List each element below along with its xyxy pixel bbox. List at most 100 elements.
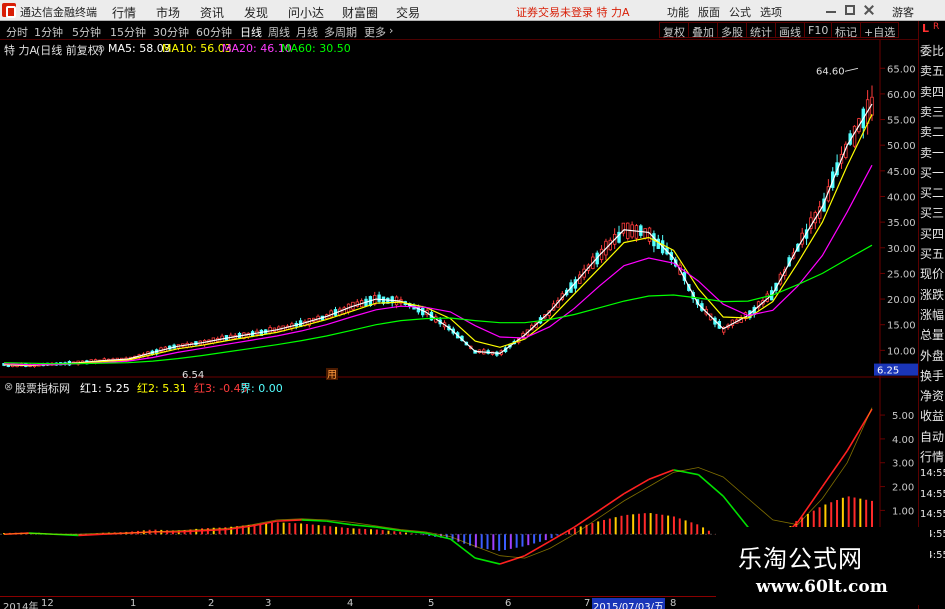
ma-line-ma60	[3, 244, 873, 365]
quote-field[interactable]: 行情	[920, 448, 945, 464]
indicator-line-red1	[449, 538, 476, 559]
quote-field: 涨跌	[920, 287, 945, 302]
indicator-line-red1	[573, 509, 600, 528]
ma-line-ma10	[3, 114, 873, 366]
period-more[interactable]: 更多	[364, 24, 386, 40]
price-tick-label: 50.00	[887, 141, 916, 152]
jie-value: 界: 0.00	[240, 382, 283, 395]
menu-shichang[interactable]: 市场	[156, 4, 180, 21]
quote-field: 买二	[920, 186, 945, 201]
period-60min[interactable]: 60分钟	[196, 24, 232, 40]
menu-caifuquan[interactable]: 财富圈	[342, 4, 378, 21]
indicator-line-red1	[623, 478, 650, 495]
btn-diejia[interactable]: 叠加	[688, 22, 718, 39]
period-15min[interactable]: 15分钟	[110, 24, 146, 40]
cursor-date: 2015/07/03/五	[592, 598, 666, 609]
watermark: 乐淘公式网 www.60lt.com	[716, 527, 930, 605]
quote-field: 涨幅	[920, 307, 945, 322]
x-label: 2014年	[3, 602, 39, 609]
period-multi[interactable]: 多周期	[324, 24, 357, 40]
menu-jiaoyi[interactable]: 交易	[396, 4, 420, 21]
indicator-header: ⊗ 股票指标网 红1: 5.25 红2: 5.31 红3: -0.43 界: 0…	[0, 379, 880, 396]
menu-gongneng[interactable]: 功能	[667, 4, 689, 20]
indicator-settings-icon[interactable]: ⊗	[4, 380, 13, 393]
btn-duogu[interactable]: 多股	[717, 22, 747, 39]
chart-area[interactable]: 65.00 60.00 55.00 50.00 45.00 40.00 35.00 30.00…	[0, 40, 918, 596]
ma-settings-icon[interactable]: ⊗	[96, 42, 105, 55]
indicator-line-red1	[673, 469, 699, 476]
btn-huaxian[interactable]: 画线	[775, 22, 805, 39]
candlesticks	[2, 85, 874, 368]
x-label: 7	[584, 598, 591, 609]
indicator-line-red1	[598, 493, 625, 512]
candle-body	[634, 225, 639, 239]
quote-field[interactable]: 14:55	[920, 489, 945, 505]
corner-box[interactable]: L R	[918, 21, 945, 40]
price-tick-label: 45.00	[887, 167, 916, 178]
indicator-tick-label: 1.00	[892, 506, 914, 517]
ma60-value: MA60: 30.50	[281, 42, 351, 55]
x-label: 2	[208, 598, 215, 609]
menu-banmian[interactable]: 版面	[698, 4, 720, 20]
quote-panel: 委比 卖五 卖四 卖三 卖二 卖一 买一 买二 买三 买四 买五 现价 涨跌 涨幅 总量 外盘 换手 净资 收益 自动…	[918, 40, 945, 609]
quote-field: 买三	[920, 206, 945, 221]
chart-adj-mode: (日线 前复权)	[36, 44, 104, 57]
quote-field: 买五	[920, 247, 945, 261]
quote-field[interactable]: 自动	[920, 428, 945, 444]
ma-line-ma20	[3, 164, 873, 366]
menu-hangqing[interactable]: 行情	[112, 4, 136, 21]
btn-tongji[interactable]: 统计	[746, 22, 776, 39]
quote-field: 卖二	[920, 125, 945, 140]
btn-f10[interactable]: F10	[804, 22, 833, 38]
price-tick-label: 35.00	[887, 218, 916, 229]
close-icon[interactable]	[864, 5, 874, 15]
grid-lines	[0, 40, 918, 596]
maximize-icon[interactable]	[845, 5, 855, 15]
quote-field[interactable]: 14:55	[920, 509, 945, 525]
period-fenshi[interactable]: 分时	[6, 24, 28, 40]
btn-zixuan[interactable]: +自选	[860, 22, 900, 39]
guest-label[interactable]: 游客	[892, 4, 914, 20]
price-tick-label: 10.00	[887, 346, 916, 357]
high-price-label: 64.60	[816, 66, 845, 77]
indicator-line-red1	[697, 474, 724, 497]
quote-field[interactable]: 14:55	[920, 468, 945, 484]
price-tick-label: 60.00	[887, 90, 916, 101]
menu-zixun[interactable]: 资讯	[200, 4, 224, 21]
period-weekly[interactable]: 周线	[268, 24, 290, 40]
menu-wenxiaoda[interactable]: 问小达	[288, 4, 324, 21]
candle-body	[643, 228, 647, 239]
app-title: 通达信金融终端	[20, 6, 97, 19]
chart-annotations: 64.60 6.54 用	[182, 66, 859, 381]
x-label: 4	[347, 598, 354, 609]
indicator-line-red1	[722, 495, 749, 528]
moving-averages	[3, 103, 873, 367]
price-tick-label: 25.00	[887, 269, 916, 280]
quote-field: 净资	[920, 389, 945, 404]
period-30min[interactable]: 30分钟	[153, 24, 189, 40]
x-label: 12	[41, 598, 54, 609]
price-tick-label: 20.00	[887, 295, 916, 306]
quote-field: 买一	[920, 165, 945, 180]
menu-faxian[interactable]: 发现	[244, 4, 268, 21]
btn-biaoji[interactable]: 标记	[831, 22, 861, 39]
menu-gongshi[interactable]: 公式	[729, 4, 751, 20]
corner-sub-label: R	[933, 22, 940, 32]
corner-label: L	[922, 22, 930, 35]
watermark-title: 乐淘公式网	[738, 545, 863, 573]
quote-field: 卖一	[920, 145, 945, 160]
indicator-name[interactable]: 股票指标网	[15, 380, 70, 396]
indicator-line-red1	[251, 520, 277, 527]
quote-field: 换手	[920, 368, 945, 383]
period-monthly[interactable]: 月线	[296, 24, 318, 40]
menu-xuanxiang[interactable]: 选项	[760, 4, 782, 20]
period-1min[interactable]: 1分钟	[34, 24, 63, 40]
candle-body	[377, 294, 381, 302]
period-daily[interactable]: 日线	[240, 24, 262, 40]
btn-fuquan[interactable]: 复权	[659, 22, 689, 39]
minimize-icon[interactable]	[826, 5, 836, 13]
price-tick-label: 65.00	[887, 64, 916, 75]
login-notice[interactable]: 证券交易未登录 特 力A	[516, 4, 630, 20]
quote-field: 委比	[920, 44, 945, 58]
period-5min[interactable]: 5分钟	[72, 24, 101, 40]
